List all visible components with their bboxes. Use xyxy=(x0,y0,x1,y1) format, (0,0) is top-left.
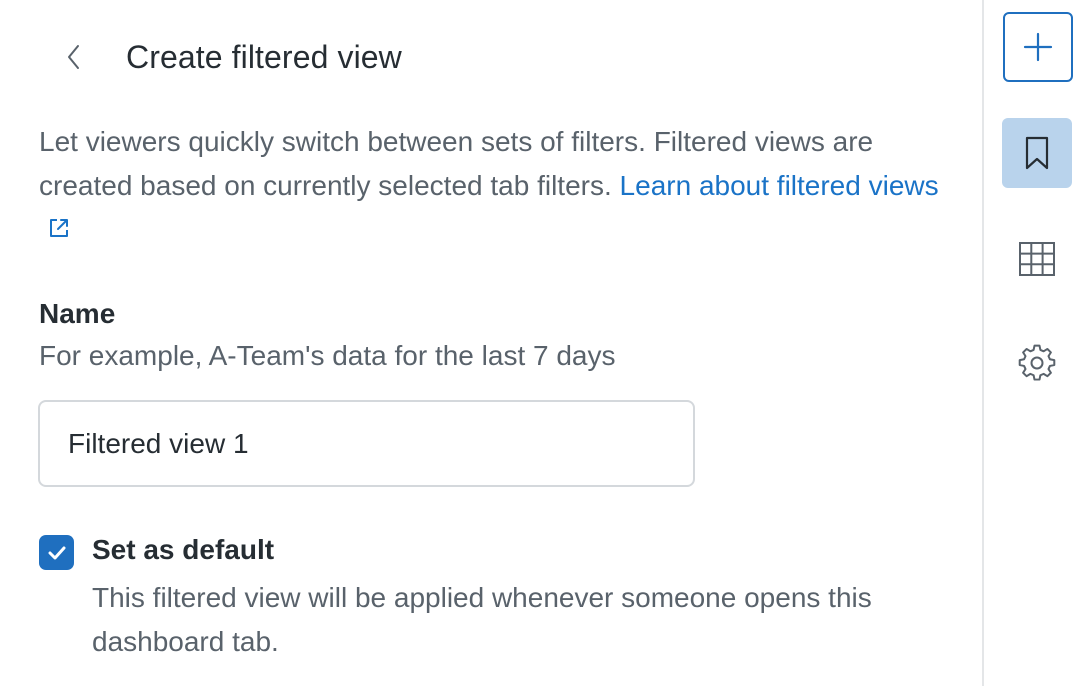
name-hint: For example, A-Team's data for the last … xyxy=(39,340,616,371)
back-button[interactable] xyxy=(60,37,88,77)
name-label: Name xyxy=(39,298,116,329)
table-button[interactable] xyxy=(1002,224,1072,294)
page-title: Create filtered view xyxy=(126,38,402,75)
description-text: Let viewers quickly switch between sets … xyxy=(39,120,949,253)
set-default-checkbox[interactable] xyxy=(39,535,74,570)
set-default-description: This filtered view will be applied whene… xyxy=(92,582,872,657)
external-link-icon xyxy=(47,209,71,253)
set-default-label[interactable]: Set as default xyxy=(92,534,274,566)
learn-more-link-label: Learn about filtered views xyxy=(619,170,939,201)
plus-icon xyxy=(1023,32,1053,62)
filtered-views-button[interactable] xyxy=(1002,118,1072,188)
chevron-left-icon xyxy=(68,45,79,69)
panel-header: Create filtered view xyxy=(60,30,402,84)
filtered-view-panel: Create filtered view Let viewers quickly… xyxy=(0,0,982,686)
gear-icon xyxy=(1018,344,1056,381)
checkmark-icon xyxy=(48,546,65,559)
add-button[interactable] xyxy=(1003,12,1073,82)
settings-button[interactable] xyxy=(1002,328,1072,398)
table-grid-icon xyxy=(1019,242,1055,276)
right-toolbar xyxy=(982,0,1084,686)
bookmark-icon xyxy=(1025,136,1049,170)
name-input[interactable] xyxy=(38,400,695,487)
